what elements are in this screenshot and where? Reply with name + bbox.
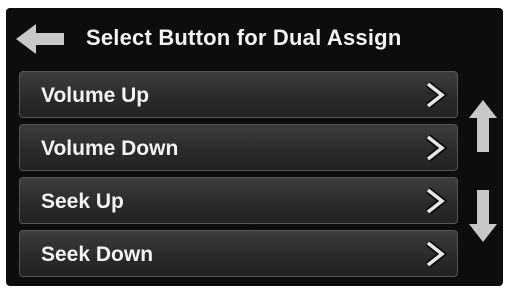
list-item-seek-down[interactable]: Seek Down <box>19 230 458 277</box>
list-item-volume-down[interactable]: Volume Down <box>19 124 458 171</box>
list-item-label: Volume Up <box>41 84 150 107</box>
chevron-right-icon <box>425 81 448 109</box>
back-button[interactable] <box>14 22 70 56</box>
chevron-right-icon <box>425 240 448 268</box>
list-item-label: Volume Down <box>41 137 179 160</box>
list-item-volume-up[interactable]: Volume Up <box>19 71 458 118</box>
chevron-right-icon <box>425 187 448 215</box>
chevron-right-icon <box>425 134 448 162</box>
scroll-down-button[interactable] <box>468 188 498 244</box>
scroll-up-button[interactable] <box>468 98 498 154</box>
arrow-left-icon <box>16 24 64 54</box>
arrow-down-icon <box>469 190 497 242</box>
dual-assign-screen: Select Button for Dual Assign Volume Up … <box>6 8 503 286</box>
arrow-up-icon <box>469 100 497 152</box>
list-item-label: Seek Down <box>41 243 154 266</box>
list-item-seek-up[interactable]: Seek Up <box>19 177 458 224</box>
page-title: Select Button for Dual Assign <box>86 25 402 50</box>
list-item-label: Seek Up <box>41 190 124 213</box>
header-bar: Select Button for Dual Assign <box>6 8 503 68</box>
